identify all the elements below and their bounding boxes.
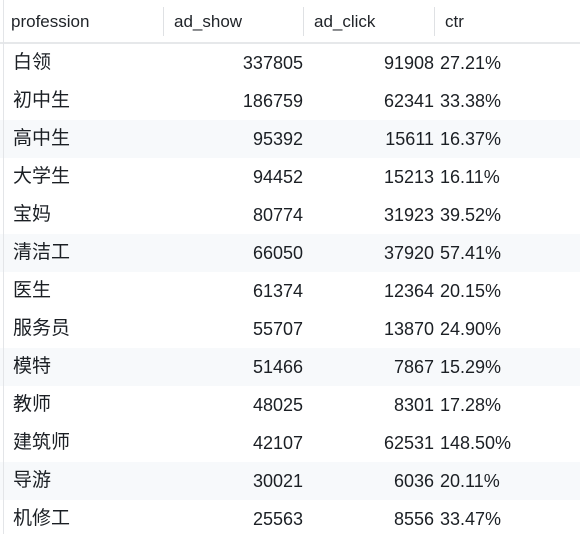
table-row[interactable]: 教师 48025 8301 17.28% — [0, 386, 580, 424]
cell-ad-click[interactable]: 6036 — [303, 462, 434, 500]
cell-spacer — [554, 158, 580, 196]
cell-ad-click[interactable]: 8301 — [303, 386, 434, 424]
cell-ad-show[interactable]: 66050 — [163, 234, 303, 272]
header-row: profession ad_show ad_click ctr — [0, 0, 580, 44]
cell-ctr[interactable]: 27.21% — [434, 43, 554, 82]
table-row[interactable]: 大学生 94452 15213 16.11% — [0, 158, 580, 196]
cell-ad-click[interactable]: 62341 — [303, 82, 434, 120]
cell-spacer — [554, 424, 580, 462]
cell-ctr[interactable]: 33.38% — [434, 82, 554, 120]
table-row[interactable]: 建筑师 42107 62531 148.50% — [0, 424, 580, 462]
table-row[interactable]: 白领 337805 91908 27.21% — [0, 43, 580, 82]
cell-spacer — [554, 386, 580, 424]
cell-ad-show[interactable]: 61374 — [163, 272, 303, 310]
cell-ad-show[interactable]: 48025 — [163, 386, 303, 424]
table-row[interactable]: 医生 61374 12364 20.15% — [0, 272, 580, 310]
table-row[interactable]: 服务员 55707 13870 24.90% — [0, 310, 580, 348]
cell-spacer — [554, 234, 580, 272]
cell-ad-click[interactable]: 37920 — [303, 234, 434, 272]
cell-profession[interactable]: 医生 — [0, 272, 163, 310]
cell-ad-click[interactable]: 13870 — [303, 310, 434, 348]
cell-ad-click[interactable]: 8556 — [303, 500, 434, 534]
cell-ad-click[interactable]: 15213 — [303, 158, 434, 196]
table-viewport[interactable]: profession ad_show ad_click ctr 白领 337805… — [0, 0, 580, 534]
cell-ctr[interactable]: 24.90% — [434, 310, 554, 348]
cell-ctr[interactable]: 16.11% — [434, 158, 554, 196]
table-body: 白领 337805 91908 27.21% 初中生 186759 62341 33.38% 高… — [0, 43, 580, 534]
cell-ad-show[interactable]: 30021 — [163, 462, 303, 500]
cell-spacer — [554, 82, 580, 120]
cell-ad-show[interactable]: 55707 — [163, 310, 303, 348]
cell-ctr[interactable]: 39.52% — [434, 196, 554, 234]
table-row[interactable]: 模特 51466 7867 15.29% — [0, 348, 580, 386]
cell-spacer — [554, 120, 580, 158]
cell-profession[interactable]: 模特 — [0, 348, 163, 386]
cell-profession[interactable]: 大学生 — [0, 158, 163, 196]
cell-ad-click[interactable]: 7867 — [303, 348, 434, 386]
cell-spacer — [554, 462, 580, 500]
cell-spacer — [554, 272, 580, 310]
column-header-profession[interactable]: profession — [0, 0, 163, 44]
cell-profession[interactable]: 白领 — [0, 43, 163, 82]
cell-profession[interactable]: 服务员 — [0, 310, 163, 348]
column-header-profession-label: profession — [11, 11, 90, 31]
cell-ad-show[interactable]: 42107 — [163, 424, 303, 462]
cell-ad-click[interactable]: 31923 — [303, 196, 434, 234]
column-header-ctr-label: ctr — [434, 1, 554, 42]
cell-ctr[interactable]: 17.28% — [434, 386, 554, 424]
cell-ad-click[interactable]: 15611 — [303, 120, 434, 158]
cell-ctr[interactable]: 57.41% — [434, 234, 554, 272]
cell-profession[interactable]: 建筑师 — [0, 424, 163, 462]
data-table: profession ad_show ad_click ctr 白领 337805… — [0, 0, 580, 534]
column-header-ad-click[interactable]: ad_click — [303, 0, 434, 44]
column-header-spacer — [554, 0, 580, 44]
cell-ad-click[interactable]: 12364 — [303, 272, 434, 310]
table-row[interactable]: 高中生 95392 15611 16.37% — [0, 120, 580, 158]
table-row[interactable]: 导游 30021 6036 20.11% — [0, 462, 580, 500]
cell-ad-click[interactable]: 91908 — [303, 43, 434, 82]
cell-profession[interactable]: 教师 — [0, 386, 163, 424]
cell-ad-show[interactable]: 95392 — [163, 120, 303, 158]
cell-profession[interactable]: 宝妈 — [0, 196, 163, 234]
cell-ctr[interactable]: 16.37% — [434, 120, 554, 158]
cell-profession[interactable]: 清洁工 — [0, 234, 163, 272]
cell-profession[interactable]: 高中生 — [0, 120, 163, 158]
cell-spacer — [554, 500, 580, 534]
cell-ad-click[interactable]: 62531 — [303, 424, 434, 462]
cell-ad-show[interactable]: 337805 — [163, 43, 303, 82]
table-row[interactable]: 初中生 186759 62341 33.38% — [0, 82, 580, 120]
cell-ad-show[interactable]: 25563 — [163, 500, 303, 534]
cell-ad-show[interactable]: 94452 — [163, 158, 303, 196]
cell-ad-show[interactable]: 80774 — [163, 196, 303, 234]
column-header-ad-show[interactable]: ad_show — [163, 0, 303, 44]
table-row[interactable]: 宝妈 80774 31923 39.52% — [0, 196, 580, 234]
cell-profession[interactable]: 初中生 — [0, 82, 163, 120]
cell-ad-show[interactable]: 186759 — [163, 82, 303, 120]
column-header-ctr[interactable]: ctr — [434, 0, 554, 44]
table-row[interactable]: 机修工 25563 8556 33.47% — [0, 500, 580, 534]
column-header-ad-show-label: ad_show — [163, 1, 303, 42]
cell-ad-show[interactable]: 51466 — [163, 348, 303, 386]
cell-ctr[interactable]: 33.47% — [434, 500, 554, 534]
cell-spacer — [554, 43, 580, 82]
table-header: profession ad_show ad_click ctr — [0, 0, 580, 44]
grid-left-border — [3, 0, 4, 534]
cell-spacer — [554, 310, 580, 348]
cell-ctr[interactable]: 15.29% — [434, 348, 554, 386]
cell-ctr[interactable]: 148.50% — [434, 424, 554, 462]
cell-profession[interactable]: 机修工 — [0, 500, 163, 534]
cell-spacer — [554, 196, 580, 234]
table-row[interactable]: 清洁工 66050 37920 57.41% — [0, 234, 580, 272]
cell-spacer — [554, 348, 580, 386]
column-header-ad-click-label: ad_click — [303, 1, 434, 42]
cell-profession[interactable]: 导游 — [0, 462, 163, 500]
cell-ctr[interactable]: 20.15% — [434, 272, 554, 310]
cell-ctr[interactable]: 20.11% — [434, 462, 554, 500]
